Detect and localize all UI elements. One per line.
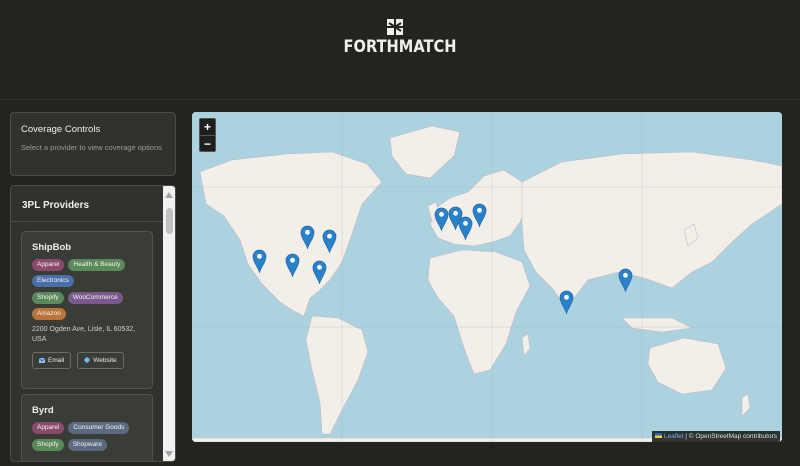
coverage-controls-hint: Select a provider to view coverage optio…: [21, 143, 162, 152]
scroll-up-arrow-icon[interactable]: [165, 192, 173, 198]
osm-attribution: OpenStreetMap contributors: [695, 433, 777, 440]
category-tag: Health & Beauty: [68, 259, 126, 271]
providers-scrollbar[interactable]: [163, 186, 175, 461]
envelope-icon: [39, 357, 45, 363]
provider-card-byrd[interactable]: Byrd Apparel Consumer Goods Shopify Shop…: [21, 394, 153, 461]
category-tag: Consumer Goods: [68, 422, 130, 434]
platform-tag: Shopify: [32, 292, 64, 304]
zoom-out-button[interactable]: −: [200, 135, 215, 151]
coverage-map[interactable]: + − Leaflet | © OpenStreetMap contributo…: [192, 112, 782, 442]
providers-title: 3PL Providers: [22, 200, 90, 211]
globe-icon: [84, 356, 91, 363]
provider-address: 2200 Ogden Ave, Lisle, IL 60532, USA: [32, 326, 136, 343]
website-button-label: Website: [93, 357, 117, 364]
puzzle-mark-icon: [387, 19, 403, 35]
website-button[interactable]: Website: [77, 352, 124, 369]
provider-card-shipbob[interactable]: ShipBob Apparel Health & Beauty Electron…: [21, 231, 153, 389]
category-tag: Apparel: [32, 259, 65, 271]
email-button[interactable]: Email: [32, 352, 72, 369]
zoom-in-button[interactable]: +: [200, 119, 215, 135]
map-marker-icon[interactable]: [252, 249, 267, 273]
map-marker-icon[interactable]: [300, 225, 315, 249]
map-marker-icon[interactable]: [458, 216, 473, 240]
map-marker-icon[interactable]: [434, 207, 449, 231]
platform-tag: Shopware: [67, 439, 107, 451]
coverage-controls-title: Coverage Controls: [21, 124, 101, 135]
world-map-tiles: [192, 112, 782, 442]
category-tags: Apparel Health & Beauty Electronics: [32, 259, 142, 287]
attribution-separator: | ©: [683, 433, 696, 440]
provider-name: Byrd: [32, 405, 54, 416]
map-attribution: Leaflet | © OpenStreetMap contributors: [651, 431, 780, 442]
providers-divider: [11, 221, 163, 222]
platform-tags: Shopify WooCommerce Amazon: [32, 292, 142, 320]
email-button-label: Email: [48, 357, 65, 364]
brand-name: FORTHMATCH: [343, 37, 457, 57]
providers-panel: 3PL Providers ShipBob Apparel Health & B…: [10, 185, 176, 462]
map-marker-icon[interactable]: [472, 203, 487, 227]
platform-tag: Shopify: [32, 439, 64, 451]
category-tag: Apparel: [32, 422, 65, 434]
scroll-thumb[interactable]: [166, 208, 173, 234]
provider-name: ShipBob: [32, 242, 72, 253]
scroll-down-arrow-icon[interactable]: [165, 451, 173, 457]
zoom-control: + −: [199, 118, 216, 152]
map-marker-icon[interactable]: [312, 260, 327, 284]
category-tags: Apparel Consumer Goods: [32, 422, 142, 434]
platform-tag: WooCommerce: [67, 292, 123, 304]
map-marker-icon[interactable]: [618, 268, 633, 292]
coverage-controls-panel: Coverage Controls Select a provider to v…: [10, 112, 176, 176]
leaflet-link[interactable]: Leaflet: [664, 433, 684, 440]
map-marker-icon[interactable]: [559, 290, 574, 314]
ukraine-flag-icon: [654, 433, 662, 438]
platform-tag: Amazon: [32, 308, 66, 320]
map-marker-icon[interactable]: [285, 253, 300, 277]
platform-tags: Shopify Shopware: [32, 439, 142, 451]
map-marker-icon[interactable]: [322, 229, 337, 253]
app-header: FORTHMATCH: [0, 0, 800, 100]
category-tag: Electronics: [32, 275, 74, 287]
